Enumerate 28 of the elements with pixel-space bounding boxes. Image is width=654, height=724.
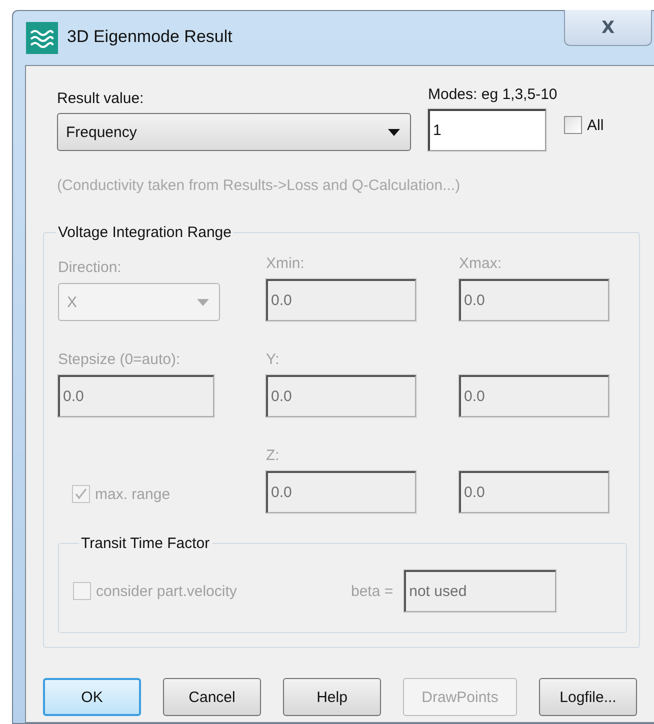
caret-icon — [197, 298, 209, 306]
dialog-button[interactable]: Help — [283, 678, 381, 716]
group-title: Transit Time Factor — [80, 535, 211, 552]
field-label: Y: — [266, 351, 280, 368]
modes-field[interactable]: 1 — [428, 109, 546, 151]
modes-label: Modes: eg 1,3,5-10 — [428, 86, 558, 103]
dialog-button[interactable]: Cancel — [163, 678, 261, 716]
field-label: Direction: — [58, 259, 122, 276]
checkbox[interactable] — [564, 116, 582, 134]
result-value-dropdown[interactable]: Frequency — [57, 113, 411, 151]
checkbox-label: consider part.velocity — [96, 582, 238, 600]
field-label: Xmax: — [459, 255, 503, 272]
checkbox-label: max. range — [95, 486, 170, 502]
caret-icon — [388, 128, 400, 136]
group-title: Voltage Integration Range — [57, 224, 232, 241]
checkmark-icon — [75, 488, 87, 500]
close-button[interactable]: X — [564, 10, 652, 46]
beta-label: beta = — [351, 582, 394, 600]
window-title: 3D Eigenmode Result — [67, 27, 234, 47]
field-label: Stepsize (0=auto): — [58, 351, 182, 368]
dialog-button[interactable]: Logfile... — [539, 678, 637, 716]
wave-icon — [26, 22, 58, 54]
field-label: Xmin: — [266, 255, 306, 272]
field-label: Z: — [266, 447, 280, 464]
result-value-label: Result value: — [57, 90, 145, 107]
all-label: All — [587, 116, 604, 134]
dialog-button[interactable]: OK — [43, 678, 141, 716]
conductivity-note: (Conductivity taken from Results->Loss and Q-Calculation...) — [57, 177, 462, 194]
